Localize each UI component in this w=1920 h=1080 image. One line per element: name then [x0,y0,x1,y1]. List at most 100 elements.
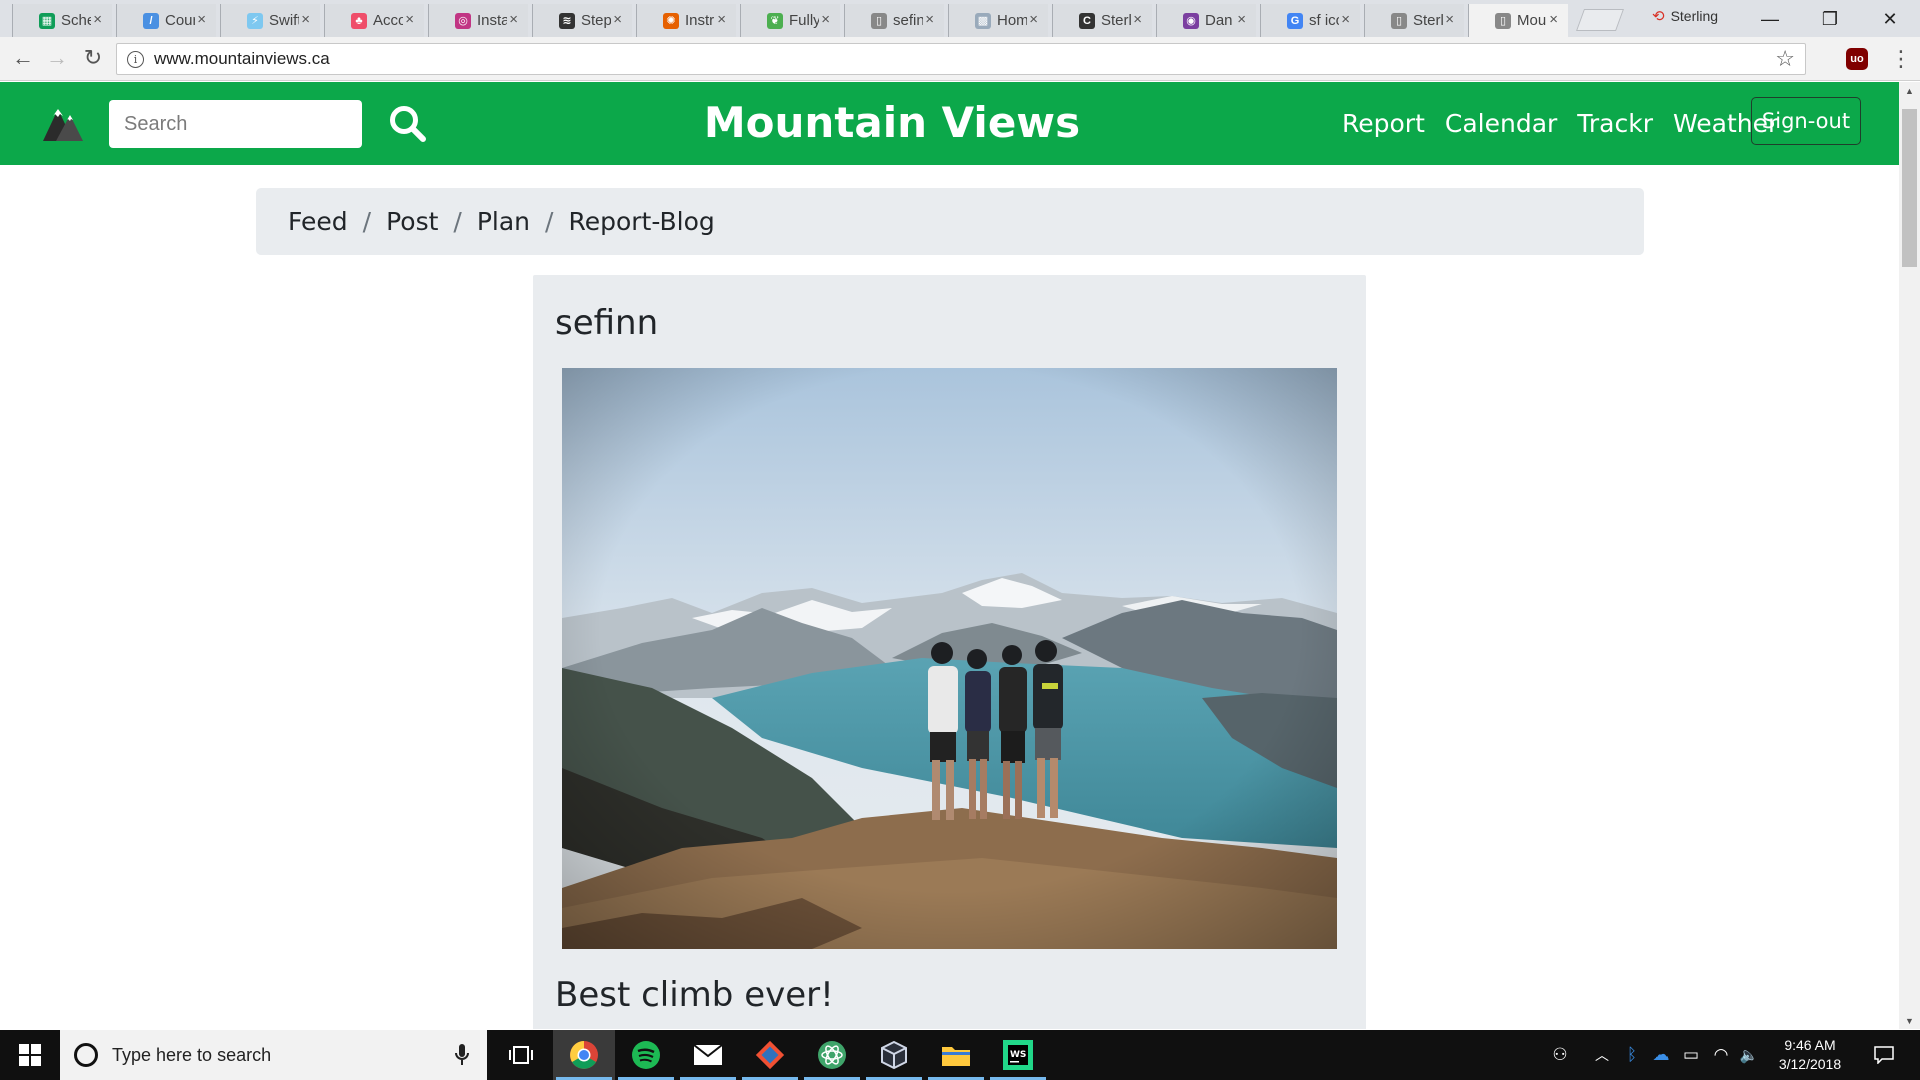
task-view-button[interactable] [490,1030,552,1080]
post-photo[interactable] [562,368,1337,949]
signout-button[interactable]: Sign-out [1751,97,1861,145]
tab-close-icon[interactable]: × [821,11,830,28]
taskbar-search-box[interactable]: Type here to search [60,1030,487,1080]
browser-tab[interactable]: / Courses× [116,4,216,37]
taskbar-virtualbox[interactable] [863,1030,925,1080]
tab-close-icon[interactable]: × [301,11,310,28]
reload-button[interactable]: ↻ [78,43,108,73]
microphone-icon[interactable] [455,1043,469,1067]
volume-muted-icon[interactable]: 🔈 [1736,1030,1762,1080]
mountain-lake-photo [562,368,1337,949]
browser-tab[interactable]: ▩ Home× [948,4,1048,37]
address-bar[interactable]: i www.mountainviews.ca ☆ [116,43,1806,75]
nav-link-calendar[interactable]: Calendar [1445,109,1557,138]
taskbar-file-explorer[interactable] [925,1030,987,1080]
taskbar-clock[interactable]: 9:46 AM 3/12/2018 [1760,1036,1860,1074]
tab-close-icon[interactable]: × [197,11,206,28]
tab-title: Dan [1205,12,1233,29]
browser-tab[interactable]: ❦ Fully × [740,4,840,37]
map-icon: ▩ [975,12,991,29]
new-tab-button[interactable] [1575,9,1625,31]
tab-close-icon[interactable]: × [1341,11,1350,28]
browser-tab[interactable]: C Sterling× [1052,4,1152,37]
taskbar-atom[interactable] [801,1030,863,1080]
breadcrumb-separator: / [545,207,554,236]
restore-button[interactable]: ❐ [1800,4,1860,34]
site-search-input[interactable] [109,100,362,148]
browser-tab[interactable]: ◎ Instagram× [428,4,528,37]
windows-taskbar: Type here to search WS ⚇ ︿ ᛒ ☁ ▭ ◠ 🔈 9:4… [0,1030,1920,1080]
tab-close-icon[interactable]: × [1133,11,1142,28]
scroll-up-arrow-icon[interactable]: ▲ [1899,82,1920,99]
browser-tab[interactable]: ◉ Dan × [1156,4,1256,37]
taskbar-webstorm[interactable]: WS [987,1030,1049,1080]
mountain-logo-icon[interactable] [42,101,84,143]
battery-icon[interactable]: ▭ [1678,1030,1704,1080]
onedrive-icon[interactable]: ☁ [1648,1030,1674,1080]
back-button[interactable]: ← [8,43,38,73]
scroll-thumb[interactable] [1902,109,1917,267]
nav-link-trackr[interactable]: Trackr [1577,109,1653,138]
page-scrollbar[interactable]: ▲ ▼ [1899,82,1920,1029]
courses-icon: / [143,12,159,29]
breadcrumb-post[interactable]: Post [386,207,438,236]
browser-tab[interactable]: ▯ sefinn× [844,4,944,37]
browser-tab[interactable]: ≋ Steps× [532,4,632,37]
browser-tab-strip: ▦Schedule×/Courses×⚡Swift×♣Account×◎Inst… [0,0,1920,37]
taskbar-chrome[interactable] [553,1030,615,1080]
taskbar-spotify[interactable] [615,1030,677,1080]
tab-close-icon[interactable]: × [1445,11,1454,28]
taskbar-mail[interactable] [677,1030,739,1080]
tab-title: Instructure [685,12,715,29]
ublock-extension-icon[interactable]: uo [1846,48,1868,70]
bluetooth-icon[interactable]: ᛒ [1620,1030,1644,1080]
steps-icon: ≋ [559,12,575,29]
bookmark-star-icon[interactable]: ☆ [1775,46,1795,72]
scroll-down-arrow-icon[interactable]: ▼ [1899,1012,1920,1029]
browser-tab[interactable]: ♣ Account× [324,4,424,37]
tab-close-icon[interactable]: × [1549,11,1558,28]
tab-close-icon[interactable]: × [613,11,622,28]
tab-title: Schedule [61,12,91,29]
site-search-button[interactable] [376,98,440,150]
profile-button[interactable]: ⟲ Sterling [1652,7,1718,25]
minimize-button[interactable]: — [1740,4,1800,34]
browser-tab[interactable]: ▦ Schedule× [12,4,112,37]
tab-title: Swift [269,12,299,29]
browser-tab[interactable]: ✺ Instructure× [636,4,736,37]
nav-link-report[interactable]: Report [1342,109,1425,138]
breadcrumb: Feed / Post / Plan / Report-Blog [256,188,1644,255]
google-icon: G [1287,12,1303,29]
people-icon[interactable]: ⚇ [1545,1030,1575,1080]
tab-close-icon[interactable]: × [925,11,934,28]
browser-tab[interactable]: Gsf icons× [1260,4,1360,37]
tab-close-icon[interactable]: × [405,11,414,28]
browser-tab[interactable]: ⚡ Swift × [220,4,320,37]
tab-close-icon[interactable]: × [93,11,102,28]
site-title[interactable]: Mountain Views [692,98,1092,147]
tab-close-icon[interactable]: × [717,11,726,28]
tab-close-icon[interactable]: × [1029,11,1038,28]
wifi-icon[interactable]: ◠ [1708,1030,1734,1080]
mail-icon [693,1044,723,1065]
site-navbar: Mountain Views Report Calendar Trackr We… [0,82,1899,165]
site-nav-links: Report Calendar Trackr Weather [1342,109,1778,138]
tab-title: Mountain Views [1517,12,1547,29]
breadcrumb-plan[interactable]: Plan [477,207,530,236]
info-icon[interactable]: i [127,50,144,68]
show-hidden-icons-icon[interactable]: ︿ [1590,1030,1614,1080]
action-center-icon[interactable] [1864,1030,1904,1080]
browser-tab[interactable]: ▯ Mountain Views× [1468,4,1568,37]
tab-close-icon[interactable]: × [509,11,518,28]
forward-button[interactable]: → [42,43,72,73]
svg-text:WS: WS [1010,1050,1026,1060]
breadcrumb-feed[interactable]: Feed [288,207,348,236]
tab-close-icon[interactable]: × [1237,11,1246,28]
virtualbox-icon [881,1040,907,1070]
start-button[interactable] [0,1030,59,1080]
browser-tab[interactable]: ▯ Sterling× [1364,4,1464,37]
browser-menu-icon[interactable]: ⋮ [1890,46,1912,72]
post-author[interactable]: sefinn [555,303,658,343]
taskbar-git[interactable] [739,1030,801,1080]
close-window-button[interactable]: ✕ [1860,4,1920,34]
